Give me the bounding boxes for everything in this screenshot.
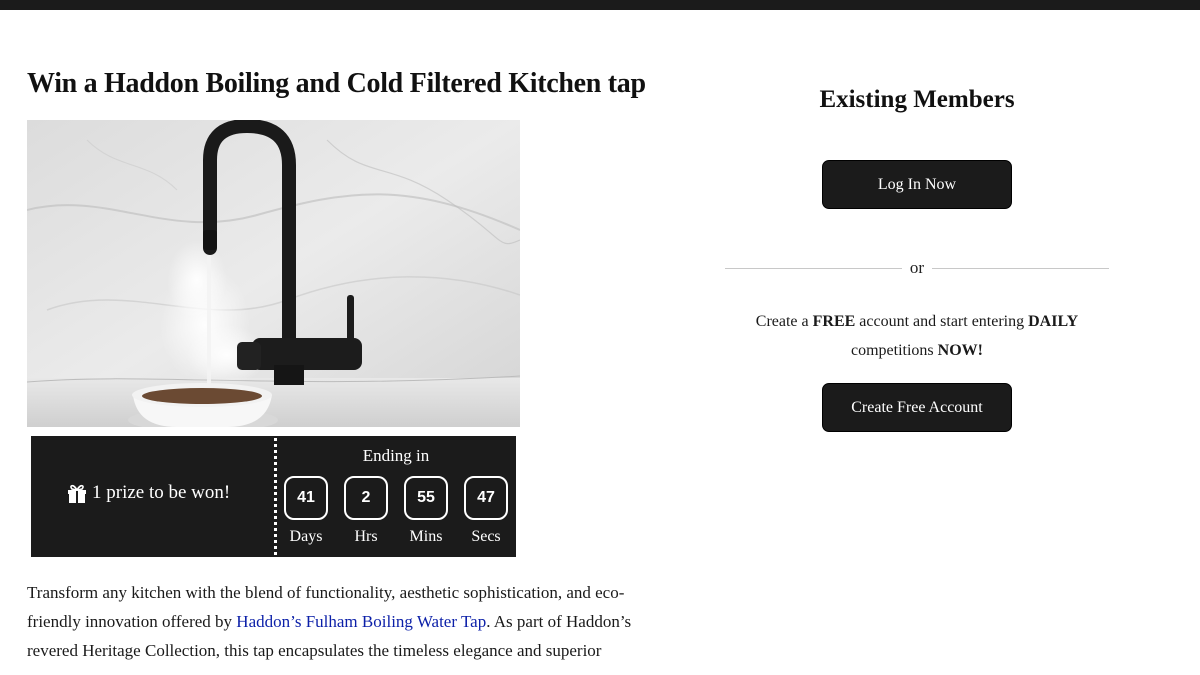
signup-text-mid: account and start entering xyxy=(855,313,1029,330)
countdown-hours: 2 Hrs xyxy=(342,476,390,546)
countdown-days-value: 41 xyxy=(284,476,328,520)
signup-daily: DAILY xyxy=(1028,313,1079,330)
gift-icon xyxy=(66,483,88,503)
product-image xyxy=(27,120,520,427)
countdown-mins-value: 55 xyxy=(404,476,448,520)
or-label: or xyxy=(909,258,925,277)
product-description: Transform any kitchen with the blend of … xyxy=(27,578,667,665)
countdown-mins-label: Mins xyxy=(409,528,443,545)
separator-line-left xyxy=(725,267,902,269)
signup-text-line2: competitions xyxy=(851,342,938,359)
signup-now: NOW! xyxy=(937,342,983,359)
prize-info: 1 prize to be won! xyxy=(66,482,230,504)
signup-text-pre: Create a xyxy=(755,313,813,330)
countdown-secs-value: 47 xyxy=(464,476,508,520)
countdown-hours-value: 2 xyxy=(344,476,388,520)
signup-free: FREE xyxy=(812,313,856,330)
countdown-secs-label: Secs xyxy=(471,528,501,545)
create-account-button[interactable]: Create Free Account xyxy=(822,383,1012,432)
signup-prompt: Create a FREE account and start entering… xyxy=(725,307,1109,365)
countdown-hours-label: Hrs xyxy=(354,528,378,545)
countdown-mins: 55 Mins xyxy=(402,476,450,546)
countdown-days: 41 Days xyxy=(282,476,330,546)
login-button[interactable]: Log In Now xyxy=(822,160,1012,209)
page-title: Win a Haddon Boiling and Cold Filtered K… xyxy=(27,68,646,99)
ending-label: Ending in xyxy=(362,446,430,465)
countdown-panel: 1 prize to be won! Ending in 41 Days 2 H… xyxy=(31,436,516,557)
countdown-days-label: Days xyxy=(289,528,323,545)
or-separator: or xyxy=(725,256,1110,280)
product-link[interactable]: Haddon’s Fulham Boiling Water Tap xyxy=(236,612,486,631)
countdown-secs: 47 Secs xyxy=(462,476,510,546)
prize-text: 1 prize to be won! xyxy=(92,482,231,503)
existing-members-heading: Existing Members xyxy=(819,86,1015,113)
top-bar xyxy=(0,0,1200,10)
countdown-divider xyxy=(274,438,277,555)
separator-line-right xyxy=(932,267,1110,269)
